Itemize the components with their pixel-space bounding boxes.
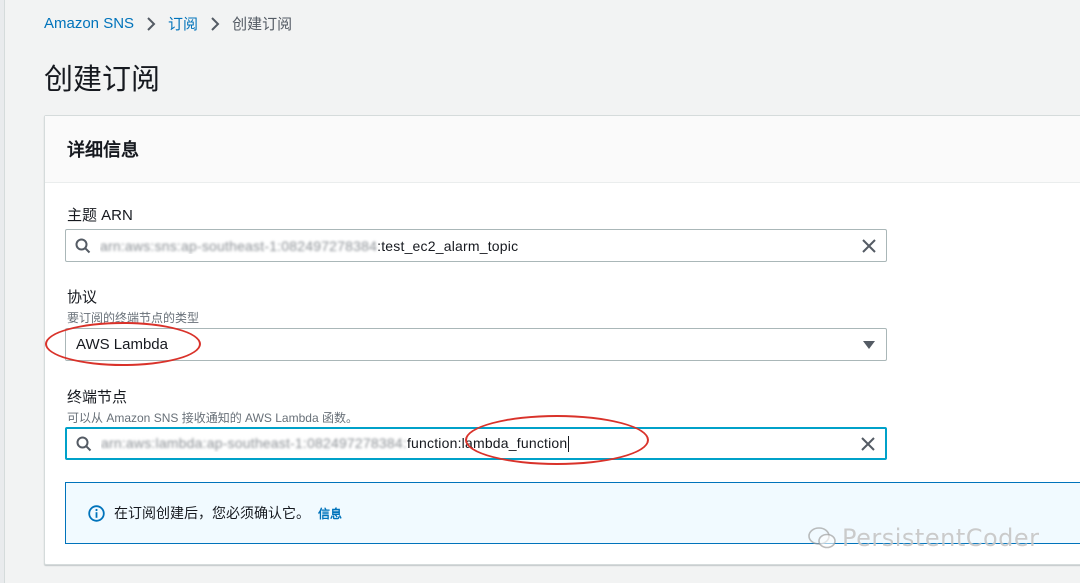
info-icon: [88, 504, 105, 522]
clear-icon[interactable]: [851, 436, 885, 451]
protocol-select[interactable]: AWS Lambda: [65, 328, 887, 361]
clear-icon[interactable]: [852, 238, 886, 253]
breadcrumb-subscriptions[interactable]: 订阅: [168, 13, 198, 34]
protocol-description: 要订阅的终端节点的类型: [67, 311, 200, 325]
topic-arn-input[interactable]: arn:aws:sns:ap-southeast-1:082497278384:…: [65, 229, 887, 262]
info-link[interactable]: 信息: [318, 505, 342, 522]
panel-header: 详细信息: [45, 116, 1080, 183]
protocol-field: 协议 要订阅的终端节点的类型: [67, 286, 199, 326]
search-icon: [66, 238, 100, 254]
endpoint-value: arn:aws:lambda:ap-southeast-1:0824972783…: [101, 434, 851, 453]
chevron-right-icon: [146, 16, 156, 31]
endpoint-label: 终端节点: [67, 389, 128, 406]
search-icon: [67, 436, 101, 452]
endpoint-field: 终端节点 可以从 Amazon SNS 接收通知的 AWS Lambda 函数。: [67, 386, 358, 426]
breadcrumb-sns[interactable]: Amazon SNS: [44, 15, 134, 32]
protocol-selected-value: AWS Lambda: [76, 336, 168, 353]
endpoint-value-redacted: arn:aws:lambda:ap-southeast-1:0824972783…: [101, 434, 407, 451]
chevron-right-icon: [210, 16, 220, 31]
endpoint-input[interactable]: arn:aws:lambda:ap-southeast-1:0824972783…: [65, 427, 887, 460]
endpoint-description: 可以从 Amazon SNS 接收通知的 AWS Lambda 函数。: [67, 411, 358, 425]
page-title: 创建订阅: [44, 64, 161, 96]
topic-arn-value-visible: :test_ec2_alarm_topic: [377, 237, 519, 254]
watermark-text: PersistentCoder: [842, 524, 1040, 552]
watermark: PersistentCoder: [808, 524, 1040, 552]
topic-arn-field: 主题 ARN: [67, 204, 133, 225]
details-panel: 详细信息 主题 ARN arn:aws:sns:ap-southeast-1:0…: [44, 115, 1080, 565]
topic-arn-value: arn:aws:sns:ap-southeast-1:082497278384:…: [100, 238, 852, 254]
text-cursor: [568, 436, 570, 453]
topic-arn-value-redacted: arn:aws:sns:ap-southeast-1:082497278384: [100, 237, 378, 254]
wechat-icon: [808, 526, 836, 550]
topic-arn-label: 主题 ARN: [67, 207, 133, 224]
alert-text: 在订阅创建后，您必须确认它。: [114, 505, 310, 521]
left-nav-edge: [0, 0, 5, 583]
protocol-label: 协议: [67, 289, 98, 306]
panel-title: 详细信息: [67, 140, 139, 160]
breadcrumb-current: 创建订阅: [232, 16, 293, 33]
endpoint-value-visible: function:lambda_function: [406, 434, 568, 451]
caret-down-icon: [852, 340, 886, 349]
breadcrumb: Amazon SNS 订阅 创建订阅: [44, 13, 292, 34]
